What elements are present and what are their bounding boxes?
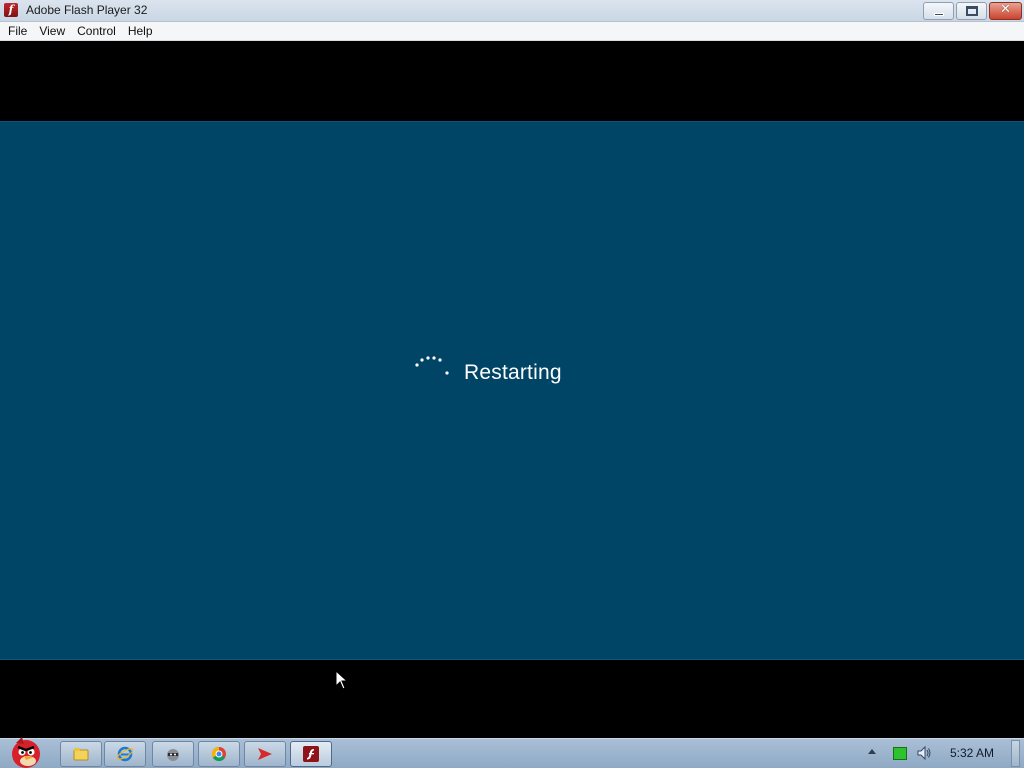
network-icon[interactable] — [893, 747, 907, 760]
menu-help[interactable]: Help — [122, 22, 159, 40]
flash-player-icon — [303, 746, 319, 762]
close-button[interactable]: ✕ — [989, 2, 1022, 20]
restart-screen: Restarting — [0, 121, 1024, 690]
taskbar: 5:32 AM — [0, 735, 1024, 768]
restore-button[interactable] — [956, 2, 987, 20]
taskbar-explorer[interactable] — [60, 741, 102, 767]
show-desktop-button[interactable] — [1011, 740, 1020, 767]
window-controls: ✕ — [921, 2, 1022, 20]
clock[interactable]: 5:32 AM — [950, 746, 994, 760]
paper-plane-icon — [258, 748, 272, 760]
taskbar-flash-player[interactable] — [290, 741, 332, 767]
volume-icon[interactable] — [916, 745, 932, 761]
chrome-icon — [211, 746, 226, 762]
taskbar-send-app[interactable] — [244, 741, 286, 767]
flash-player-icon: f — [4, 3, 18, 17]
mouse-cursor-icon — [335, 670, 349, 690]
flash-stage[interactable]: Restarting — [0, 41, 1024, 738]
raccoon-icon — [167, 749, 179, 761]
minimize-button[interactable] — [923, 2, 954, 20]
restore-icon — [966, 6, 978, 16]
restart-message: Restarting — [464, 361, 562, 384]
close-icon: ✕ — [1000, 2, 1011, 17]
minimize-icon — [934, 13, 944, 16]
angry-birds-start-icon[interactable] — [4, 735, 48, 768]
menu-view[interactable]: View — [33, 22, 71, 40]
menu-bar: File View Control Help — [0, 22, 1024, 41]
taskbar-internet-explorer[interactable] — [104, 741, 146, 767]
loading-dots-icon — [415, 356, 449, 375]
taskbar-raccoon-app[interactable] — [152, 741, 194, 767]
taskbar-chrome[interactable] — [198, 741, 240, 767]
internet-explorer-icon — [117, 746, 133, 762]
show-hidden-icons-icon[interactable] — [868, 749, 876, 754]
folder-icon — [73, 748, 89, 761]
window-title: Adobe Flash Player 32 — [26, 3, 148, 17]
menu-control[interactable]: Control — [71, 22, 122, 40]
menu-file[interactable]: File — [2, 22, 33, 40]
title-bar[interactable]: f Adobe Flash Player 32 ✕ — [0, 0, 1024, 22]
